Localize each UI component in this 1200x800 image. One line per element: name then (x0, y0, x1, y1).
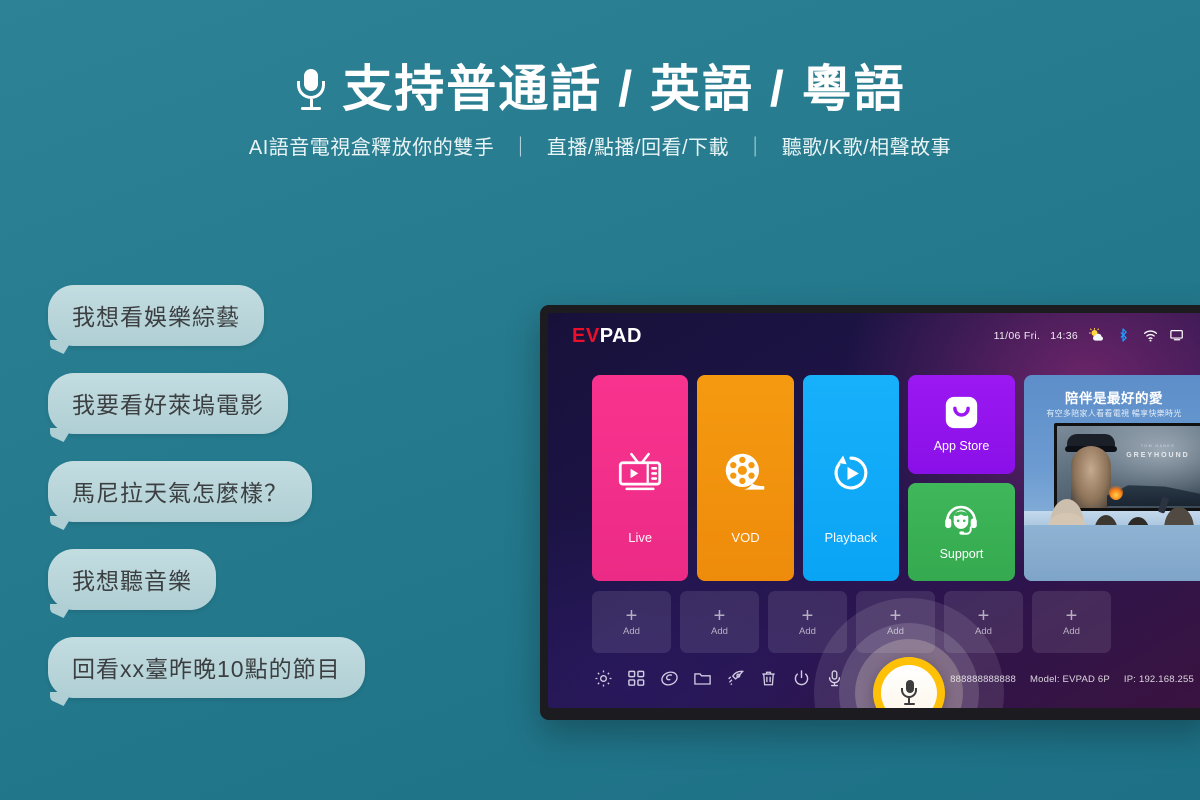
microphone-icon (900, 680, 918, 706)
hero-header: 支持普通話 / 英語 / 粵語 AI語音電視盒釋放你的雙手 ｜ 直播/點播/回看… (0, 62, 1200, 160)
tile-vod-label: VOD (731, 530, 760, 545)
poster-kicker: TOM HANKS (1140, 444, 1176, 448)
status-bar-right: 11/06 Fri. 14:36 (994, 328, 1186, 344)
status-time-text: 14:36 (1050, 330, 1078, 342)
voice-command-bubble[interactable]: 我想看娛樂綜藝 (48, 285, 264, 346)
add-tile-label: Add (1063, 625, 1080, 637)
wifi-icon (1143, 328, 1159, 344)
device-ip: IP: 192.168.255 (1123, 674, 1194, 685)
status-date-text: 11/06 Fri. (993, 330, 1041, 342)
display-icon (1170, 328, 1186, 344)
plus-icon: + (1065, 604, 1078, 627)
add-tile-label: Add (623, 625, 640, 637)
app-store-icon (945, 396, 978, 434)
tile-live-label: Live (628, 530, 653, 545)
trash-icon[interactable] (759, 669, 778, 688)
plus-icon: + (977, 604, 990, 627)
logo-ev-text: EV (572, 324, 600, 347)
list-item: 回看xx臺昨晚10點的節目 (48, 637, 365, 698)
page-title: 支持普通話 / 英語 / 粵語 (0, 62, 1200, 117)
tv-screen: EVPAD 11/06 Fri. 14:36 Live VOD Playback… (548, 313, 1200, 708)
tile-support[interactable]: Support (907, 482, 1015, 581)
movie-poster-image: TOM HANKS GREYHOUND (1056, 426, 1200, 508)
tv-bottom-toolbar (594, 669, 844, 688)
settings-gear-icon[interactable] (594, 669, 613, 688)
add-tile-label: Add (711, 625, 728, 637)
add-tile[interactable]: + Add (680, 591, 759, 653)
voice-command-bubble[interactable]: 馬尼拉天氣怎麼樣？ (48, 461, 312, 522)
voice-command-bubble[interactable]: 回看xx臺昨晚10點的節目 (48, 637, 365, 698)
tv-icon (616, 452, 664, 499)
bluetooth-icon (1116, 328, 1132, 344)
page-subtitle: AI語音電視盒釋放你的雙手 ｜ 直播/點播/回看/下載 ｜ 聽歌/K歌/相聲故事 (0, 131, 1200, 160)
plus-icon: + (713, 604, 726, 627)
voice-command-bubble[interactable]: 我想聽音樂 (48, 549, 216, 610)
subtitle-part-2: 直播/點播/回看/下載 (546, 137, 730, 159)
television-device: EVPAD 11/06 Fri. 14:36 Live VOD Playback… (540, 305, 1200, 720)
subtitle-part-3: 聽歌/K歌/相聲故事 (781, 137, 952, 159)
list-item: 我要看好萊塢電影 (48, 373, 365, 434)
logo-pad-text: PAD (599, 324, 642, 347)
plus-icon: + (801, 604, 814, 627)
home-tile-grid: Live VOD Playback App Store Support 陪伴是最… (592, 375, 1200, 581)
voice-assistant-button[interactable] (814, 598, 1004, 708)
status-datetime: 11/06 Fri. 14:36 (994, 330, 1078, 342)
subtitle-part-1: AI語音電視盒釋放你的雙手 (248, 137, 495, 159)
browser-icon[interactable] (660, 669, 679, 688)
rocket-icon[interactable] (726, 669, 745, 688)
folder-icon[interactable] (693, 669, 712, 688)
headset-icon (943, 503, 979, 542)
page-background: 支持普通話 / 英語 / 粵語 AI語音電視盒釋放你的雙手 ｜ 直播/點播/回看… (0, 0, 1200, 800)
plus-icon: + (625, 604, 638, 627)
promo-panel[interactable]: 陪伴是最好的愛 有空多陪家人看看電視 暢享快樂時光 TOM HANKS GREY… (1023, 375, 1200, 581)
subtitle-separator-2: ｜ (745, 137, 766, 159)
tile-playback-label: Playback (824, 530, 878, 545)
tile-playback[interactable]: Playback (802, 375, 899, 581)
promo-living-room-image (1023, 496, 1200, 581)
tile-app-store[interactable]: App Store (907, 375, 1015, 474)
tile-vod[interactable]: VOD (697, 375, 794, 581)
weather-sun-cloud-icon (1089, 328, 1105, 344)
replay-icon (829, 452, 873, 499)
power-icon[interactable] (792, 669, 811, 688)
add-tile[interactable]: + Add (1032, 591, 1111, 653)
apps-grid-icon[interactable] (627, 669, 646, 688)
evpad-logo: EVPAD (572, 325, 642, 348)
tile-support-label: Support (939, 546, 984, 561)
subtitle-separator-1: ｜ (510, 137, 531, 159)
poster-title: GREYHOUND (1126, 452, 1190, 459)
promo-subtitle: 有空多陪家人看看電視 暢享快樂時光 (1046, 409, 1182, 418)
tile-stack: App Store Support (907, 375, 1015, 581)
list-item: 我想聽音樂 (48, 549, 365, 610)
list-item: 馬尼拉天氣怎麼樣？ (48, 461, 365, 522)
add-tile-label: Add (799, 625, 816, 637)
promo-title: 陪伴是最好的愛 (1065, 391, 1163, 406)
device-model: Model: EVPAD 6P (1029, 674, 1110, 685)
film-reel-icon (723, 452, 767, 499)
promo-tv-frame: TOM HANKS GREYHOUND (1053, 423, 1200, 511)
page-title-text: 支持普通話 / 英語 / 粵語 (342, 61, 906, 117)
microphone-icon (294, 67, 328, 113)
voice-command-bubble[interactable]: 我要看好萊塢電影 (48, 373, 288, 434)
list-item: 我想看娛樂綜藝 (48, 285, 365, 346)
tile-app-store-label: App Store (933, 438, 990, 453)
tile-live[interactable]: Live (592, 375, 689, 581)
voice-command-bubble-list: 我想看娛樂綜藝 我要看好萊塢電影 馬尼拉天氣怎麼樣？ 我想聽音樂 回看xx臺昨晚… (48, 285, 365, 698)
tv-status-bar: EVPAD 11/06 Fri. 14:36 (548, 313, 1200, 359)
add-tile[interactable]: + Add (592, 591, 671, 653)
